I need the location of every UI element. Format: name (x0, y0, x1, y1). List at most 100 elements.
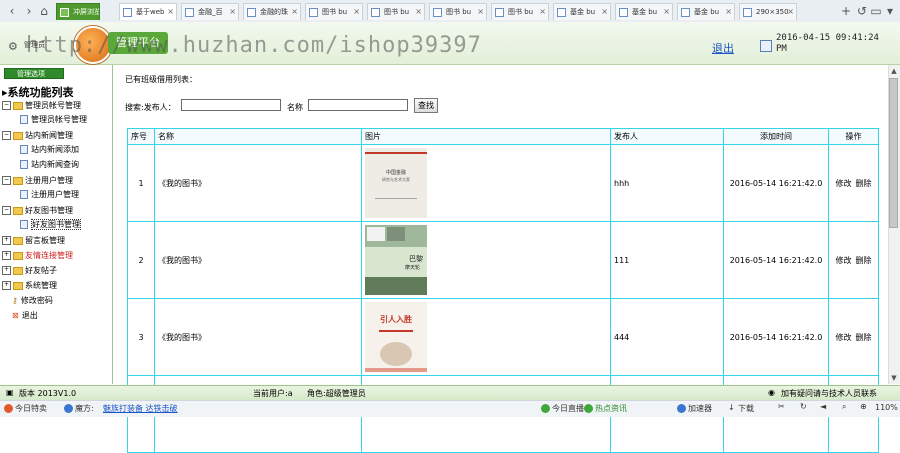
tree-group[interactable]: − 站内新闻管理 (2, 130, 73, 141)
status-sale[interactable]: 今日特卖 (15, 403, 47, 414)
folder-icon (13, 251, 23, 260)
status-live[interactable]: 今日直播 (552, 403, 584, 414)
refresh-icon[interactable]: ↻ (800, 402, 807, 411)
tree-group[interactable]: + 系统管理 (2, 280, 57, 291)
browser-tab[interactable]: 290×350 × (739, 3, 797, 20)
tab-label: 基金 bu (694, 8, 720, 16)
browser-tab[interactable]: 基金 bu × (615, 3, 673, 20)
home-icon[interactable]: ⌂ (36, 3, 52, 19)
new-tab-icon[interactable]: + (838, 3, 854, 19)
collapse-icon[interactable]: − (2, 206, 11, 215)
zoom-icon[interactable]: ⊕ (860, 402, 867, 411)
delete-link[interactable]: 删除 (856, 333, 872, 342)
folder-icon (13, 206, 23, 215)
close-tab-icon[interactable]: × (477, 4, 484, 20)
tree-leaf[interactable]: 站内新闻查询 (20, 159, 79, 171)
book-cover-image: 巴黎摩天轮 (365, 225, 427, 295)
more-icon[interactable]: ▾ (882, 3, 898, 19)
edit-link[interactable]: 修改 (836, 333, 852, 342)
name-search-input[interactable] (308, 99, 408, 111)
browser-tab[interactable]: 基金 bu × (553, 3, 611, 20)
page-icon (433, 8, 442, 17)
book-cover-cell: 引人入胜 (361, 298, 611, 376)
collapse-icon[interactable]: − (2, 101, 11, 110)
delete-link[interactable]: 删除 (856, 179, 872, 188)
edit-link[interactable]: 修改 (836, 256, 852, 265)
close-tab-icon[interactable]: × (601, 4, 608, 20)
expand-icon[interactable]: + (2, 251, 11, 260)
tab-label: 金融_百 (198, 8, 223, 16)
scroll-up-icon[interactable]: ▲ (888, 65, 900, 77)
browser-tab[interactable]: 图书 bu × (491, 3, 549, 20)
svg-text:巴黎: 巴黎 (409, 254, 423, 263)
download-icon: ↓ (728, 403, 735, 412)
datetime: 2016-04-15 09:41:24 PM (776, 33, 886, 55)
search-icon[interactable]: ⌕ (842, 402, 846, 412)
browser-tab[interactable]: 基于web × (119, 3, 177, 20)
status-speed[interactable]: 加速器 (688, 403, 712, 414)
tree-item-label: 修改密码 (20, 296, 53, 305)
tree-leaf[interactable]: 好友图书管理 (20, 219, 81, 231)
scroll-thumb[interactable] (889, 78, 898, 228)
browser-tab[interactable]: 冲屏浏览 (56, 3, 100, 20)
tree-group[interactable]: − 好友图书管理 (2, 205, 73, 216)
tab-label: 冲屏浏览 (73, 8, 100, 16)
tree-group-label: 站内新闻管理 (25, 131, 73, 140)
logout-link[interactable]: 退出 (712, 40, 734, 56)
forward-icon[interactable]: › (21, 3, 37, 19)
close-tab-icon[interactable]: × (353, 4, 360, 20)
close-tab-icon[interactable]: × (291, 4, 298, 20)
screenshot-icon[interactable]: ✂ (778, 402, 785, 411)
tree-item-label: 退出 (21, 311, 38, 320)
expand-icon[interactable]: + (2, 281, 11, 290)
collapse-icon[interactable]: − (2, 176, 11, 185)
tree-group[interactable]: − 注册用户管理 (2, 175, 73, 186)
svg-text:引人入胜: 引人入胜 (380, 314, 412, 324)
expand-icon[interactable]: + (2, 266, 11, 275)
tree-group[interactable]: − 管理员帐号管理 (2, 100, 81, 111)
tree-leaf-label: 注册用户管理 (31, 190, 79, 199)
browser-tab[interactable]: 金融_百 × (181, 3, 239, 20)
expand-icon[interactable]: + (2, 236, 11, 245)
tree-group-label: 好友图书管理 (25, 206, 73, 215)
status-news[interactable]: 热点资讯 (595, 403, 627, 414)
tree-item[interactable]: ⊠ 退出 (12, 310, 38, 321)
close-tab-icon[interactable]: × (229, 4, 236, 20)
close-tab-icon[interactable]: × (787, 4, 794, 20)
status-download[interactable]: 下载 (738, 403, 754, 414)
browser-tab[interactable]: 图书 bu × (305, 3, 363, 20)
back-icon[interactable]: ‹ (4, 3, 20, 19)
browser-tab[interactable]: 基金 bu × (677, 3, 735, 20)
edit-link[interactable]: 修改 (836, 179, 852, 188)
speed-icon (677, 404, 686, 413)
page-icon (619, 8, 628, 17)
tree-leaf[interactable]: 管理员帐号管理 (20, 114, 87, 126)
close-tab-icon[interactable]: × (663, 4, 670, 20)
tree-leaf[interactable]: 注册用户管理 (20, 189, 79, 201)
tree-group[interactable]: + 友情连接管理 (2, 250, 73, 261)
tree-root: ▸系统功能列表 (2, 84, 74, 100)
browser-tab[interactable]: 图书 bu × (429, 3, 487, 20)
status-link[interactable]: 魅族打装备 达铁击破 (103, 403, 178, 414)
scroll-down-icon[interactable]: ▼ (888, 372, 900, 384)
delete-link[interactable]: 删除 (856, 256, 872, 265)
tree-group[interactable]: + 留言板管理 (2, 235, 65, 246)
search-button[interactable]: 查找 (414, 98, 438, 113)
browser-tab[interactable]: 图书 bu × (367, 3, 425, 20)
current-user-text: 当前用户:a (253, 389, 293, 398)
zoom-level[interactable]: 110% (875, 403, 898, 412)
publisher-search-input[interactable] (181, 99, 281, 111)
tree-item[interactable]: ⚷ 修改密码 (12, 295, 53, 306)
sound-icon[interactable]: ◄ (820, 402, 826, 411)
browser-tab[interactable]: 金融的珠 × (243, 3, 301, 20)
close-tab-icon[interactable]: × (415, 4, 422, 20)
collapse-icon[interactable]: − (2, 131, 11, 140)
close-tab-icon[interactable]: × (167, 4, 174, 20)
folder-icon (13, 281, 23, 290)
close-tab-icon[interactable]: × (725, 4, 732, 20)
tree-group[interactable]: + 好友帖子 (2, 265, 57, 276)
close-tab-icon[interactable]: × (539, 4, 546, 20)
tree-leaf[interactable]: 站内新闻添加 (20, 144, 79, 156)
page-icon (495, 8, 504, 17)
added-time: 2016-05-14 16:21:42.0 (723, 221, 829, 299)
